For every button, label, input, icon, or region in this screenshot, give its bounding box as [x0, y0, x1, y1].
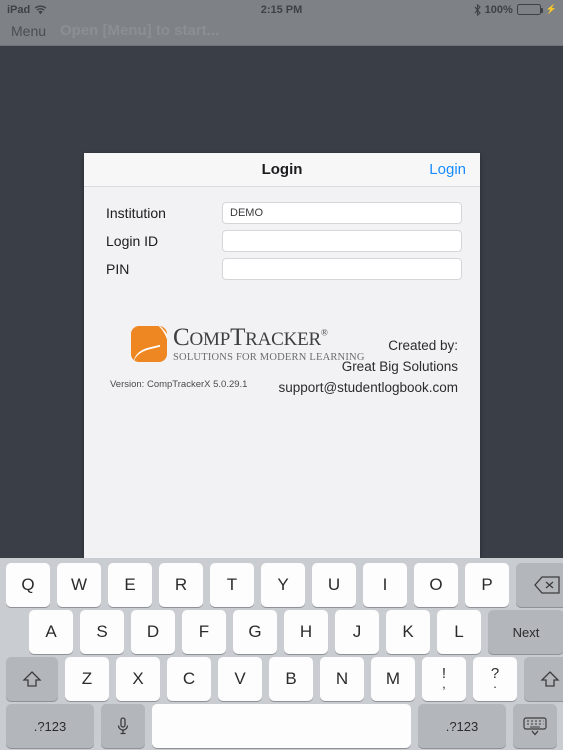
key-period-label: .: [493, 676, 497, 691]
battery-percent: 100%: [484, 3, 513, 16]
key-m[interactable]: M: [371, 657, 415, 701]
bluetooth-icon: [474, 3, 481, 16]
nav-bar: Menu Open [Menu] to start...: [0, 19, 563, 46]
charging-bolt-icon: ⚡: [545, 4, 557, 14]
key-s[interactable]: S: [80, 610, 124, 654]
key-l[interactable]: L: [437, 610, 481, 654]
key-q[interactable]: Q: [6, 563, 50, 607]
keyboard-row-2: A S D F G H J K L Next: [0, 610, 563, 654]
keyboard-row-1: Q W E R T Y U I O P: [0, 563, 563, 607]
key-p[interactable]: P: [465, 563, 509, 607]
key-n[interactable]: N: [320, 657, 364, 701]
key-z[interactable]: Z: [65, 657, 109, 701]
login-form: Institution Login ID PIN COMPTR: [84, 187, 480, 405]
form-row-login-id: Login ID: [106, 230, 462, 252]
key-k[interactable]: K: [386, 610, 430, 654]
logo-t: T: [230, 324, 246, 351]
support-email[interactable]: support@studentlogbook.com: [278, 377, 458, 398]
login-id-label: Login ID: [106, 233, 159, 249]
ipad-screen: iPad 2:15 PM 100% ⚡ Menu Open [Menu] to …: [0, 0, 563, 750]
pin-input[interactable]: [222, 258, 462, 280]
key-t[interactable]: T: [210, 563, 254, 607]
shift-icon-right[interactable]: [524, 657, 563, 701]
space-key[interactable]: [152, 704, 411, 748]
comptracker-logo-mark-icon: [131, 326, 167, 362]
shift-icon-left[interactable]: [6, 657, 58, 701]
on-screen-keyboard[interactable]: Q W E R T Y U I O P A S D F G H J K L Ne…: [0, 558, 563, 750]
key-g[interactable]: G: [233, 610, 277, 654]
key-exclamation-comma[interactable]: ! ,: [422, 657, 466, 701]
key-e[interactable]: E: [108, 563, 152, 607]
backspace-icon[interactable]: [516, 563, 563, 607]
institution-input[interactable]: [222, 202, 462, 224]
numeric-switch-right[interactable]: .?123: [418, 704, 506, 748]
pin-label: PIN: [106, 261, 130, 277]
login-card-header: Login Login: [84, 153, 480, 187]
login-submit-button[interactable]: Login: [429, 161, 466, 178]
key-a[interactable]: A: [29, 610, 73, 654]
key-i[interactable]: I: [363, 563, 407, 607]
key-w[interactable]: W: [57, 563, 101, 607]
key-d[interactable]: D: [131, 610, 175, 654]
logo-omp: OMP: [189, 329, 231, 350]
key-v[interactable]: V: [218, 657, 262, 701]
keyboard-row-3: Z X C V B N M ! , ? .: [0, 657, 563, 701]
key-question-period[interactable]: ? .: [473, 657, 517, 701]
key-y[interactable]: Y: [261, 563, 305, 607]
form-row-institution: Institution: [106, 202, 462, 224]
institution-label: Institution: [106, 205, 166, 221]
login-id-input[interactable]: [222, 230, 462, 252]
nav-hint-text: Open [Menu] to start...: [60, 22, 220, 39]
key-c[interactable]: C: [167, 657, 211, 701]
branding-block: COMPTRACKER® SOLUTIONS FOR MODERN LEARNI…: [106, 325, 462, 405]
key-comma-label: ,: [442, 676, 446, 691]
company-name: Great Big Solutions: [341, 359, 458, 374]
hide-keyboard-icon[interactable]: [513, 704, 557, 748]
microphone-icon[interactable]: [101, 704, 145, 748]
key-u[interactable]: U: [312, 563, 356, 607]
key-f[interactable]: F: [182, 610, 226, 654]
credits-block: Created by: Great Big Solutions support@…: [278, 335, 458, 398]
keyboard-row-4: .?123 .?123: [0, 704, 563, 748]
status-bar: iPad 2:15 PM 100% ⚡: [0, 0, 563, 19]
menu-button[interactable]: Menu: [11, 23, 46, 39]
key-h[interactable]: H: [284, 610, 328, 654]
battery-full-charging-icon: [516, 4, 543, 15]
page-title: Login: [261, 161, 303, 178]
created-by-label: Created by:: [388, 338, 458, 353]
form-row-pin: PIN: [106, 258, 462, 280]
key-r[interactable]: R: [159, 563, 203, 607]
key-x[interactable]: X: [116, 657, 160, 701]
status-bar-right: 100% ⚡: [474, 3, 557, 16]
return-next-key[interactable]: Next: [488, 610, 563, 654]
numeric-switch-left[interactable]: .?123: [6, 704, 94, 748]
version-text: Version: CompTrackerX 5.0.29.1: [110, 379, 248, 390]
key-o[interactable]: O: [414, 563, 458, 607]
login-card: Login Login Institution Login ID PIN: [84, 153, 480, 558]
logo-c: C: [173, 324, 190, 351]
key-j[interactable]: J: [335, 610, 379, 654]
key-b[interactable]: B: [269, 657, 313, 701]
